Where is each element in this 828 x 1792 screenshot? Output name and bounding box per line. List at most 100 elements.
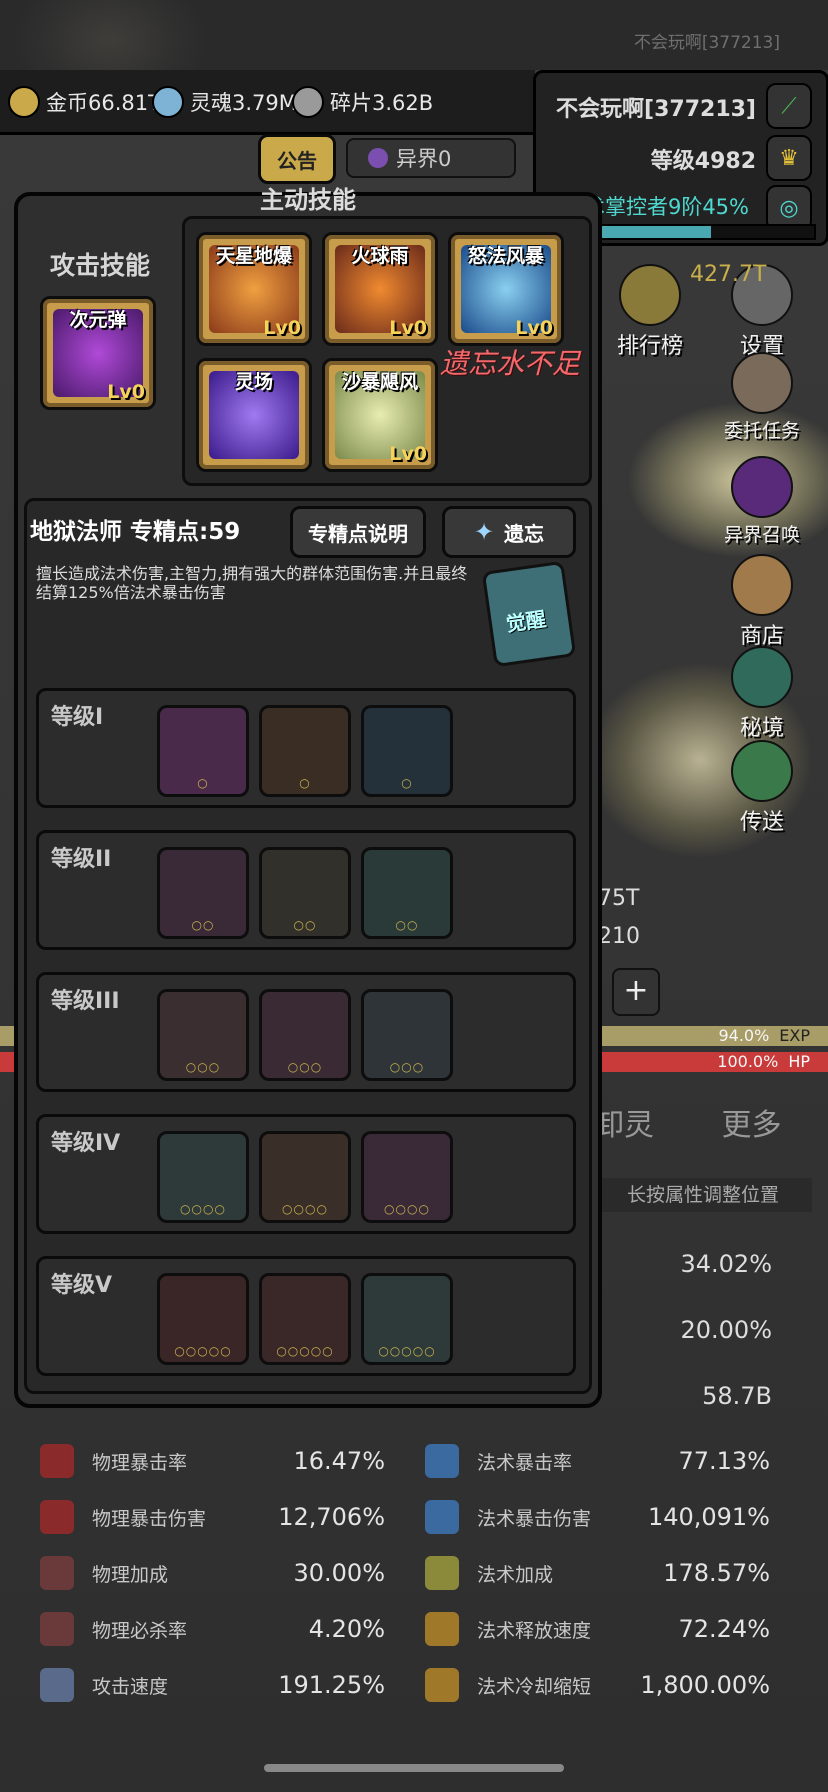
spec-info-button[interactable]: 专精点说明	[290, 506, 426, 558]
forget-label: 遗忘	[504, 521, 545, 546]
skill-level: Lv0	[389, 317, 427, 339]
shop-menu[interactable]: 商店	[722, 554, 802, 650]
phys-bonus-icon	[40, 1556, 74, 1590]
talent-slot[interactable]: ○○○○○	[361, 1273, 453, 1365]
talent-slot[interactable]: ○○○	[157, 989, 249, 1081]
crown-icon[interactable]: ♛	[766, 135, 812, 181]
talent-slot[interactable]: ○○○	[259, 989, 351, 1081]
active-skill-slot[interactable]: 怒法风暴 Lv0	[448, 232, 564, 346]
talent-slot[interactable]: ○○○○○	[157, 1273, 249, 1365]
active-skill-slot[interactable]: 火球雨 Lv0	[322, 232, 438, 346]
awaken-book[interactable]: 觉醒	[481, 560, 577, 668]
talent-dots: ○○○	[389, 1060, 425, 1074]
cooldown-icon	[425, 1668, 459, 1702]
talent-dots: ○	[299, 776, 311, 790]
tier-name: 等级I	[51, 705, 104, 730]
stat-cell: 物理暴击伤害 12,706%	[30, 1492, 395, 1542]
spec-title: 地狱法师 专精点:59	[30, 519, 241, 545]
talent-slot[interactable]: ○○○○	[259, 1131, 351, 1223]
stat-cell: 攻击速度 191.25%	[30, 1660, 395, 1710]
tier-5: 等级V ○○○○○ ○○○○○ ○○○○○	[36, 1256, 576, 1376]
talent-dots: ○○○○○	[276, 1344, 334, 1358]
attack-skill-slot[interactable]: 次元弹 Lv0	[40, 296, 156, 410]
shop-icon	[731, 554, 793, 616]
phys-kill-icon	[40, 1612, 74, 1646]
plus-icon[interactable]: +	[612, 968, 660, 1016]
active-skill-slot[interactable]: 天星地爆 Lv0	[196, 232, 312, 346]
talent-dots: ○	[401, 776, 413, 790]
talent-slot[interactable]: ○○○○	[157, 1131, 249, 1223]
otherworld-counter[interactable]: 异界0	[346, 138, 516, 178]
secret-realm-label: 秘境	[739, 716, 784, 741]
top-bar: 不会玩啊[377213]	[0, 0, 828, 70]
talent-slot[interactable]: ○	[259, 705, 351, 797]
stat-value: 178.57%	[663, 1559, 770, 1587]
summon-menu[interactable]: 异界召唤	[722, 456, 802, 547]
hp-percent: 100.0%	[717, 1052, 779, 1071]
stat-name: 法术释放速度	[477, 1619, 592, 1642]
teleport-menu[interactable]: 传送	[722, 740, 802, 836]
stat-name: 物理加成	[92, 1563, 169, 1586]
bg-number-a: 427.7T	[690, 262, 767, 287]
stat-row: 攻击速度 191.25% 法术冷却缩短 1,800.00%	[30, 1660, 800, 1710]
tier-1: 等级I ○ ○ ○	[36, 688, 576, 808]
gold-coin-icon	[8, 86, 40, 118]
talent-slot[interactable]: ○○○○○	[259, 1273, 351, 1365]
feather-icon[interactable]: ⟋	[766, 83, 812, 129]
skill-level: Lv0	[263, 317, 301, 339]
talent-slot[interactable]: ○	[361, 705, 453, 797]
stat-name: 法术冷却缩短	[477, 1675, 592, 1698]
stat-cell: 法术暴击率 77.13%	[415, 1436, 780, 1486]
stat-name: 物理暴击伤害	[92, 1507, 207, 1530]
teleport-label: 传送	[739, 810, 784, 835]
stat-cell: 法术加成 178.57%	[415, 1548, 780, 1598]
stat-row: 物理暴击率 16.47% 法术暴击率 77.13%	[30, 1436, 800, 1486]
tab-spirit[interactable]: 卸灵	[594, 1108, 654, 1143]
exp-percent: 94.0%	[718, 1026, 770, 1045]
stat-value: 30.00%	[293, 1559, 385, 1587]
talent-dots: ○○○	[185, 1060, 221, 1074]
stat-value: 16.47%	[293, 1447, 385, 1475]
tier-3: 等级III ○○○ ○○○ ○○○	[36, 972, 576, 1092]
talent-dots: ○○○	[287, 1060, 323, 1074]
stat-value: 1,800.00%	[640, 1671, 770, 1699]
awaken-label: 觉醒	[504, 606, 548, 637]
otherworld-value: 异界0	[396, 147, 452, 171]
stat-value: 77.13%	[678, 1447, 770, 1475]
quest-menu[interactable]: 委托任务	[722, 352, 802, 443]
talent-slot[interactable]: ○○	[259, 847, 351, 939]
player-name: 不会玩啊[377213]	[556, 97, 756, 122]
shard-value: 碎片3.62B	[330, 91, 434, 115]
tab-more[interactable]: 更多	[722, 1108, 782, 1143]
talent-slot[interactable]: ○○	[361, 847, 453, 939]
exp-label: EXP	[779, 1026, 810, 1045]
skill-name: 怒法风暴	[467, 245, 544, 267]
right-stat-3: 58.7B	[702, 1382, 772, 1410]
active-skill-slot[interactable]: 灵场	[196, 358, 312, 472]
quest-icon	[731, 352, 793, 414]
ranking-menu[interactable]: 排行榜	[610, 264, 690, 360]
tier-name: 等级V	[51, 1273, 113, 1298]
tier-name: 等级IV	[51, 1131, 121, 1156]
active-skill-slot[interactable]: 沙暴飓风 Lv0	[322, 358, 438, 472]
talent-slot[interactable]: ○	[157, 705, 249, 797]
secret-realm-menu[interactable]: 秘境	[722, 646, 802, 742]
forget-button[interactable]: ✦ 遗忘	[442, 506, 576, 558]
gold-resource: 金币66.81T	[8, 86, 161, 118]
talent-slot[interactable]: ○○○	[361, 989, 453, 1081]
phys-crit-icon	[40, 1444, 74, 1478]
soul-icon	[152, 86, 184, 118]
hp-label: HP	[788, 1052, 810, 1071]
talent-slot[interactable]: ○○○○	[361, 1131, 453, 1223]
shard-resource: 碎片3.62B	[292, 86, 433, 118]
attack-speed-icon	[40, 1668, 74, 1702]
notice-button[interactable]: 公告	[258, 134, 336, 184]
horn-icon	[731, 740, 793, 802]
stat-cell: 物理加成 30.00%	[30, 1548, 395, 1598]
talent-slot[interactable]: ○○	[157, 847, 249, 939]
tier-4: 等级IV ○○○○ ○○○○ ○○○○	[36, 1114, 576, 1234]
cast-speed-icon	[425, 1612, 459, 1646]
spell-crit-icon	[425, 1444, 459, 1478]
home-indicator	[264, 1764, 564, 1772]
spell-crit-damage-icon	[425, 1500, 459, 1534]
